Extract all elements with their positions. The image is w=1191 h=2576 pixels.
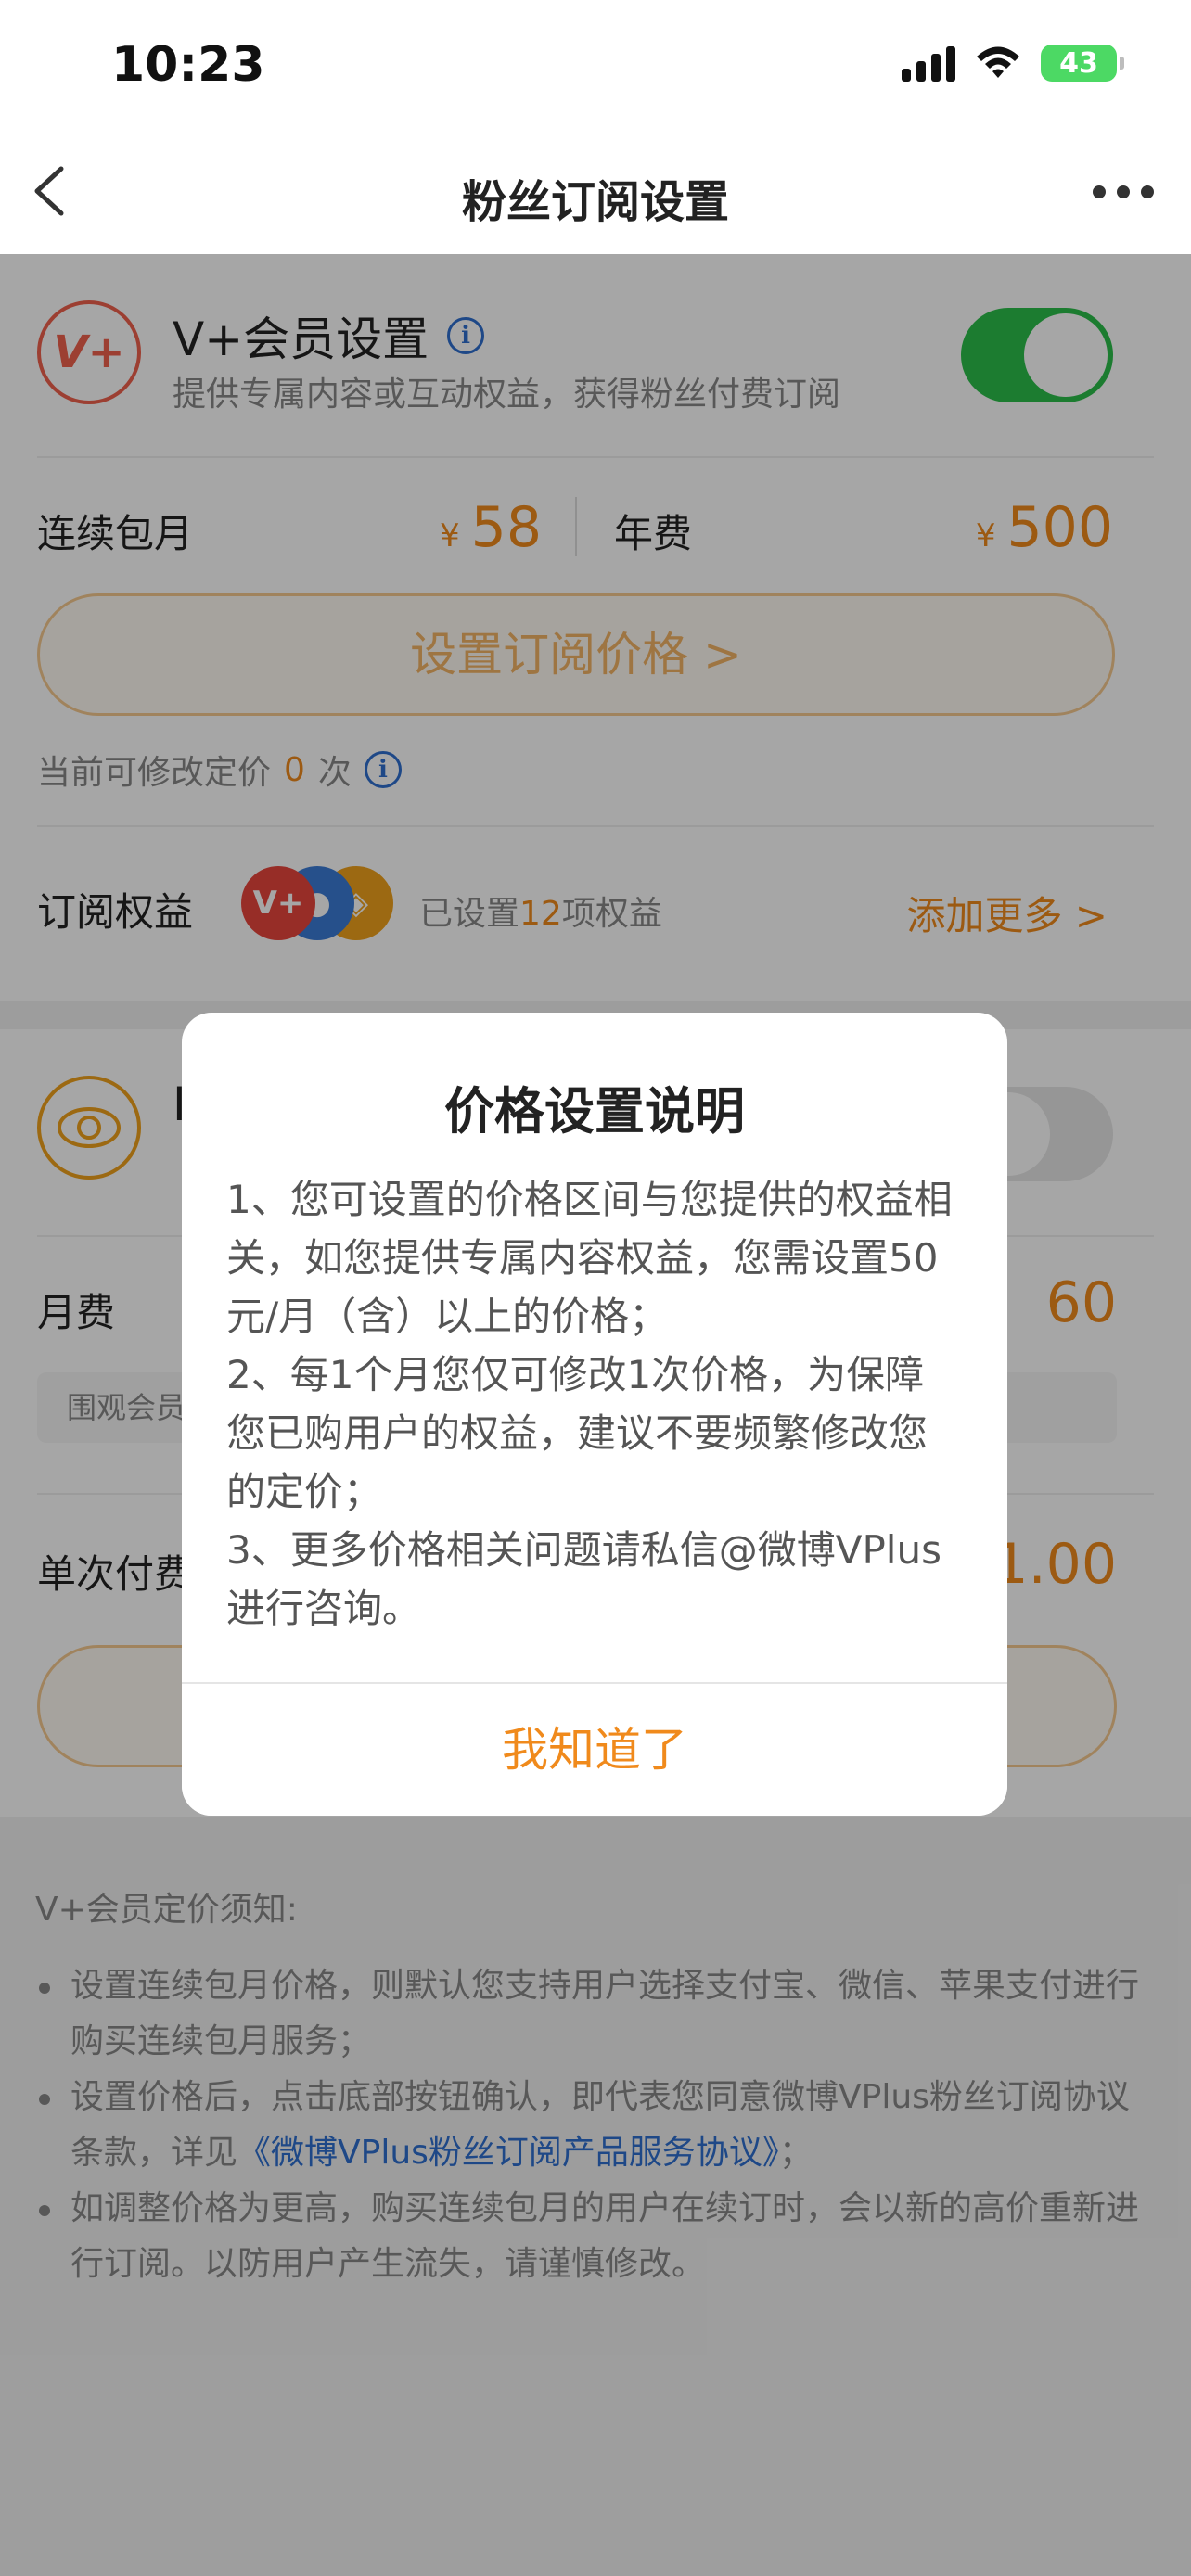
nav-bar: 粉丝订阅设置 bbox=[0, 130, 1191, 254]
page-title: 粉丝订阅设置 bbox=[461, 176, 729, 228]
battery-icon: 43 bbox=[1041, 45, 1124, 82]
confirm-button[interactable]: 我知道了 bbox=[182, 1684, 1007, 1816]
signal-icon bbox=[902, 45, 955, 82]
status-bar: 10:23 43 bbox=[0, 0, 1191, 130]
dialog-body: 1、您可设置的价格区间与您提供的权益相关，如您提供专属内容权益，您需设置50元/… bbox=[226, 1170, 963, 1638]
more-icon[interactable] bbox=[1093, 185, 1154, 198]
dialog-line: 2、每1个月您仅可修改1次价格，为保障您已购用户的权益，建议不要频繁修改您的定价… bbox=[226, 1352, 928, 1514]
price-info-dialog: 价格设置说明 1、您可设置的价格区间与您提供的权益相关，如您提供专属内容权益，您… bbox=[182, 1013, 1007, 1816]
dialog-line: 1、您可设置的价格区间与您提供的权益相关，如您提供专属内容权益，您需设置50元/… bbox=[226, 1177, 953, 1339]
status-time: 10:23 bbox=[111, 37, 265, 93]
dialog-title: 价格设置说明 bbox=[444, 1082, 745, 1141]
status-icons: 43 bbox=[902, 45, 1124, 82]
wifi-icon bbox=[977, 46, 1019, 78]
dialog-line: 3、更多价格相关问题请私信@微博VPlus进行咨询。 bbox=[226, 1527, 941, 1631]
